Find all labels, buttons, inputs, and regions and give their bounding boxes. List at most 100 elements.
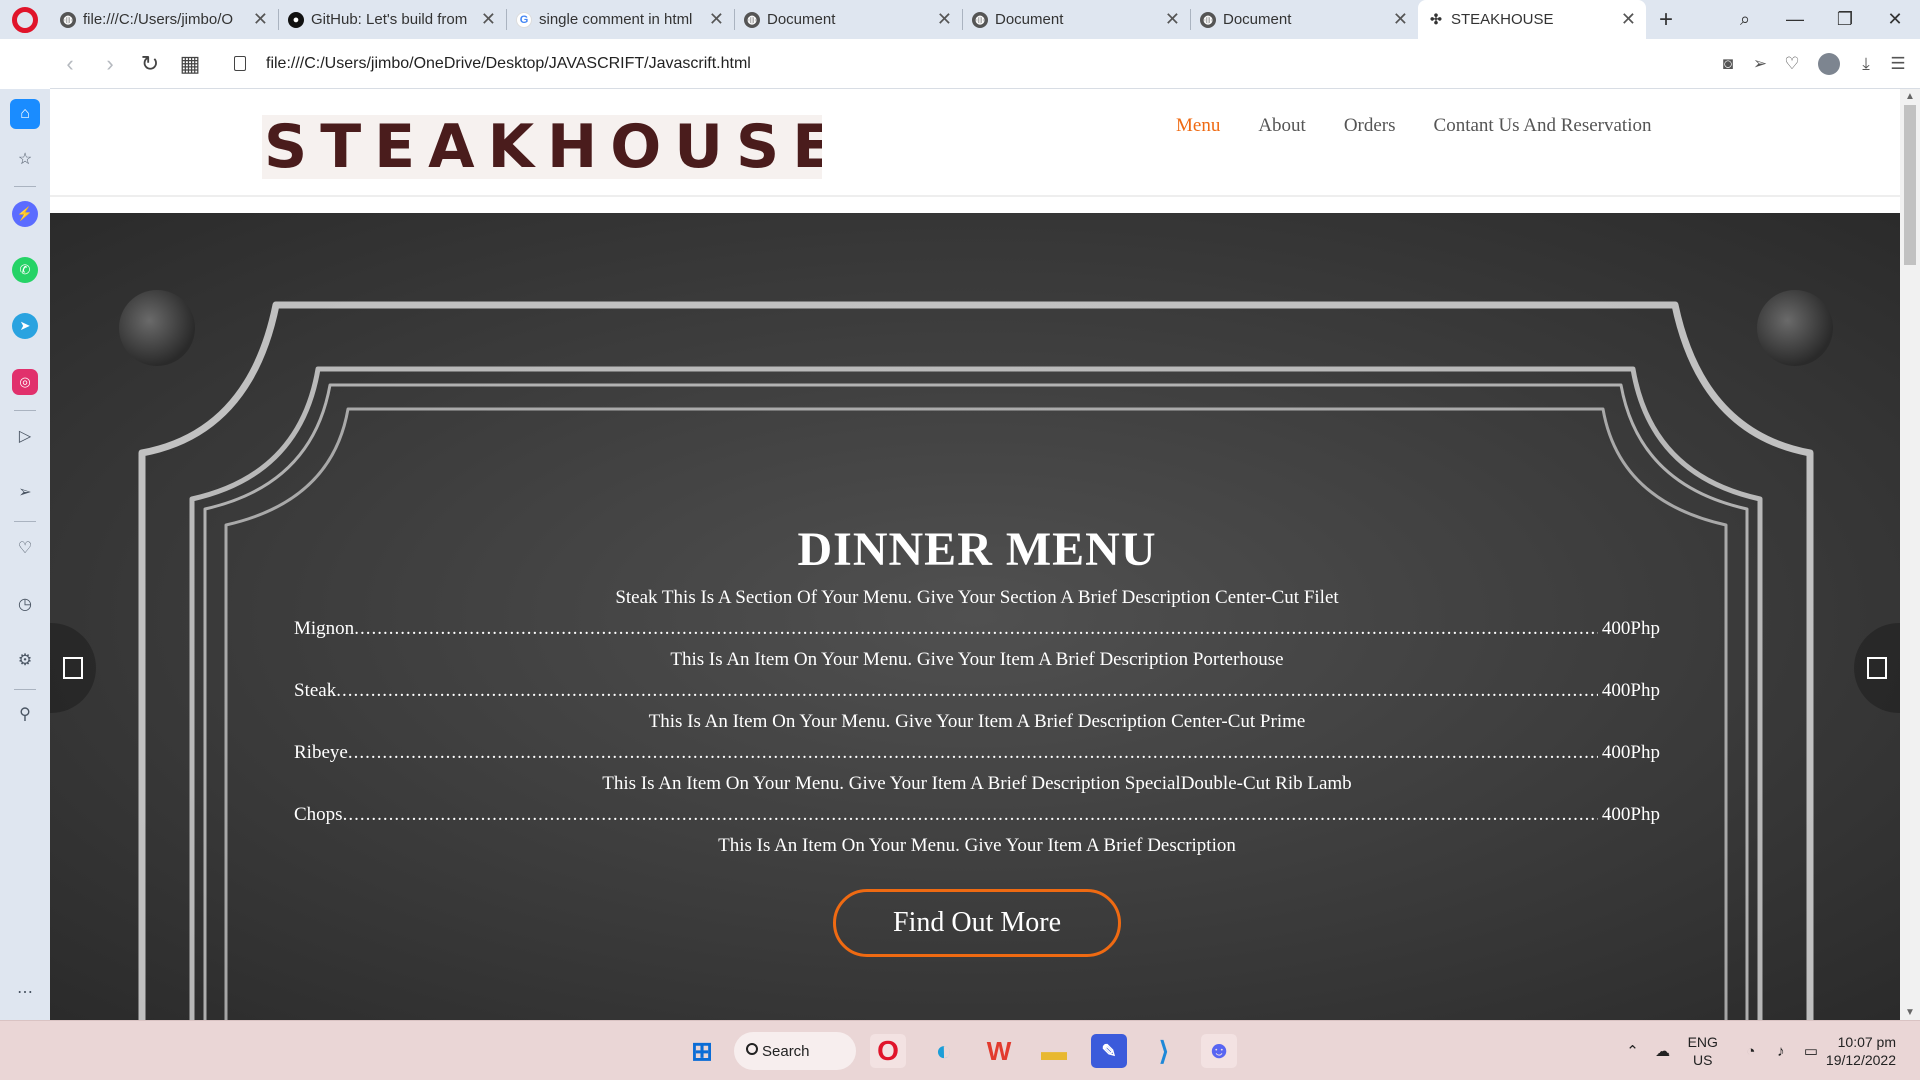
find-out-more-button[interactable]: Find Out More <box>833 889 1121 957</box>
globe-icon: ◍ <box>972 11 988 28</box>
menu-item-row: Steak 400Php <box>294 675 1660 706</box>
close-icon[interactable]: ✕ <box>1393 9 1408 30</box>
favorites-heart-icon[interactable]: ♡ <box>12 535 38 561</box>
pen-tool-icon[interactable]: ✎ <box>1091 1034 1127 1068</box>
new-tab-button[interactable]: + <box>1646 6 1686 34</box>
browser-tab-bar: ◍ file:///C:/Users/jimbo/O ✕ ● GitHub: L… <box>0 0 1920 39</box>
nav-menu[interactable]: Menu <box>1176 115 1220 137</box>
close-window-button[interactable]: ✕ <box>1870 9 1920 30</box>
site-nav: Menu About Orders Contant Us And Reserva… <box>1176 115 1689 137</box>
send-icon[interactable]: ➢ <box>1744 54 1776 74</box>
close-icon[interactable]: ✕ <box>253 9 268 30</box>
tab-label: STEAKHOUSE <box>1451 11 1554 28</box>
menu-description: Steak This Is A Section Of Your Menu. Gi… <box>615 587 1339 608</box>
tab-label: single comment in html <box>539 11 693 28</box>
tab-grid-icon[interactable]: ▦ <box>170 51 210 77</box>
close-icon[interactable]: ✕ <box>481 9 496 30</box>
nav-about[interactable]: About <box>1258 115 1306 137</box>
heart-icon[interactable]: ♡ <box>1776 54 1808 74</box>
tab-document-2[interactable]: ◍ Document ✕ <box>962 0 1190 39</box>
search-tabs-icon[interactable]: ⌕ <box>1720 9 1770 30</box>
menu-item-name: Ribeye <box>294 742 348 763</box>
nav-contact[interactable]: Contant Us And Reservation <box>1434 115 1652 137</box>
hero-menu-board: DINNER MENU Steak This Is A Section Of Y… <box>50 213 1900 1020</box>
scroll-down-icon[interactable]: ▼ <box>1900 1007 1920 1018</box>
menu-description: This Is An Item On Your Menu. Give Your … <box>670 649 1284 670</box>
close-icon[interactable]: ✕ <box>1621 9 1636 30</box>
windows-taskbar: ⊞ Search O ◐ W ▬ ✎ ⟩ ☻ ⌃ ☁ ENG US ◔ ♪ ▭ … <box>0 1020 1920 1080</box>
tab-document-3[interactable]: ◍ Document ✕ <box>1190 0 1418 39</box>
google-icon: G <box>516 11 532 28</box>
menu-item-row: Chops 400Php <box>294 799 1660 830</box>
taskbar-clock[interactable]: 10:07 pm 19/12/2022 <box>1826 1033 1896 1069</box>
onedrive-cloud-icon[interactable]: ☁ <box>1648 1042 1678 1060</box>
page-scrollbar[interactable]: ▲ ▼ <box>1900 89 1920 1020</box>
back-icon[interactable]: ‹ <box>50 51 90 77</box>
discord-icon[interactable]: ☻ <box>1201 1034 1237 1068</box>
tab-document-1[interactable]: ◍ Document ✕ <box>734 0 962 39</box>
history-clock-icon[interactable]: ◷ <box>12 591 38 617</box>
lightbulb-icon[interactable]: ⚲ <box>12 701 38 727</box>
messenger-icon[interactable]: ⚡ <box>12 201 38 227</box>
edge-icon[interactable]: ◐ <box>926 1034 962 1068</box>
opera-logo-icon[interactable] <box>0 0 50 39</box>
easy-setup-icon[interactable]: ☰ <box>1882 54 1914 74</box>
menu-item-row: Mignon 400Php <box>294 613 1660 644</box>
battery-icon[interactable]: ▭ <box>1796 1042 1826 1060</box>
reload-icon[interactable]: ↻ <box>130 51 170 77</box>
url-text: file:///C:/Users/jimbo/OneDrive/Desktop/… <box>266 54 751 72</box>
bookmark-star-icon[interactable]: ☆ <box>12 146 38 172</box>
opera-taskbar-icon[interactable]: O <box>870 1034 906 1068</box>
chevron-up-icon[interactable]: ⌃ <box>1618 1042 1648 1060</box>
page-info-icon[interactable] <box>234 56 246 71</box>
url-field[interactable]: file:///C:/Users/jimbo/OneDrive/Desktop/… <box>234 55 751 73</box>
taskbar-search-label: Search <box>762 1042 810 1060</box>
tab-google[interactable]: G single comment in html ✕ <box>506 0 734 39</box>
close-icon[interactable]: ✕ <box>709 9 724 30</box>
forward-icon[interactable]: › <box>90 51 130 77</box>
volume-icon[interactable]: ♪ <box>1766 1043 1796 1060</box>
home-icon[interactable]: ⌂ <box>10 99 40 129</box>
puzzle-icon: ✣ <box>1430 11 1442 27</box>
search-icon <box>746 1043 758 1055</box>
globe-icon: ◍ <box>744 11 760 28</box>
scrollbar-thumb[interactable] <box>1904 105 1916 265</box>
dot-leader <box>354 613 1598 644</box>
restore-button[interactable]: ❐ <box>1820 9 1870 30</box>
tab-file[interactable]: ◍ file:///C:/Users/jimbo/O ✕ <box>50 0 278 39</box>
menu-description: This Is An Item On Your Menu. Give Your … <box>648 711 1306 732</box>
wps-office-icon[interactable]: W <box>981 1034 1017 1068</box>
menu-item-name: Chops <box>294 804 343 825</box>
site-logo[interactable]: STEAKHOUSE <box>262 115 822 179</box>
sidebar-divider <box>14 521 36 522</box>
close-icon[interactable]: ✕ <box>937 9 952 30</box>
close-icon[interactable]: ✕ <box>1165 9 1180 30</box>
nav-orders[interactable]: Orders <box>1344 115 1396 137</box>
telegram-icon[interactable]: ➤ <box>12 313 38 339</box>
file-explorer-icon[interactable]: ▬ <box>1036 1034 1072 1068</box>
menu-item-price: 400Php <box>1601 804 1660 825</box>
square-icon <box>1867 657 1887 679</box>
tab-steakhouse[interactable]: ✣ STEAKHOUSE ✕ <box>1418 0 1646 39</box>
camera-icon[interactable]: ◙ <box>1712 54 1744 74</box>
dot-leader <box>343 799 1598 830</box>
whatsapp-icon[interactable]: ✆ <box>12 257 38 283</box>
wifi-icon[interactable]: ◔ <box>1736 1043 1766 1060</box>
language-indicator[interactable]: ENG US <box>1688 1033 1718 1069</box>
menu-description: This Is An Item On Your Menu. Give Your … <box>602 773 1352 794</box>
minimize-button[interactable]: — <box>1770 9 1820 30</box>
vscode-icon[interactable]: ⟩ <box>1146 1034 1182 1068</box>
windows-start-icon[interactable]: ⊞ <box>684 1034 720 1068</box>
github-icon: ● <box>288 11 304 28</box>
flow-send-icon[interactable]: ➢ <box>12 479 38 505</box>
tab-github[interactable]: ● GitHub: Let's build from ✕ <box>278 0 506 39</box>
profile-avatar[interactable] <box>1818 53 1840 75</box>
taskbar-search[interactable]: Search <box>734 1032 856 1070</box>
scroll-up-icon[interactable]: ▲ <box>1900 91 1920 102</box>
player-icon[interactable]: ▷ <box>12 423 38 449</box>
instagram-icon[interactable]: ◎ <box>12 369 38 395</box>
settings-gear-icon[interactable]: ⚙ <box>12 647 38 673</box>
download-icon[interactable]: ⤓ <box>1850 54 1882 74</box>
more-options-icon[interactable]: ⋯ <box>12 979 38 1005</box>
clock-date: 19/12/2022 <box>1825 1052 1896 1068</box>
